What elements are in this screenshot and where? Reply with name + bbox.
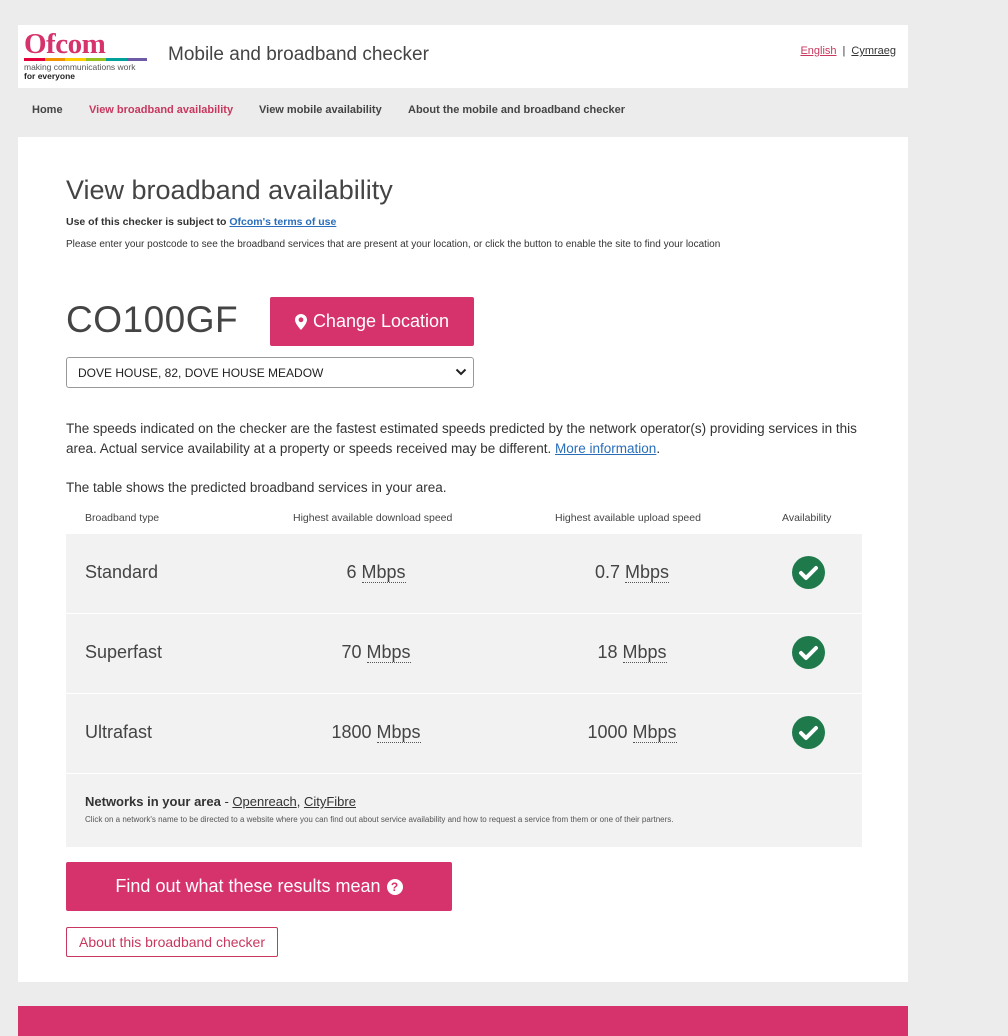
download-value: 1800 [331,722,372,742]
address-select[interactable]: DOVE HOUSE, 82, DOVE HOUSE MEADOW [66,357,474,388]
map-marker-icon [294,313,307,330]
ofcom-logo[interactable]: Ofcom making communications work for eve… [24,28,150,83]
logo-stripe [24,58,147,61]
logo-stripe-segment [65,58,86,61]
main-nav: Home View broadband availability View mo… [18,100,908,122]
upload-value: 1000 [587,722,628,742]
nav-item-broadband[interactable]: View broadband availability [89,104,233,116]
results-meaning-button[interactable]: Find out what these results mean ? [66,862,452,911]
networks-link-separator: , [296,794,304,809]
page-title: View broadband availability [66,175,393,205]
col-header-upload: Highest available upload speed [555,512,701,524]
networks-line: Networks in your area - Openreach, CityF… [85,794,356,809]
nav-item-home[interactable]: Home [32,104,63,116]
row-upload: 1000 Mbps [552,722,712,743]
row-type: Superfast [85,642,163,662]
more-information-link[interactable]: More information [555,441,656,456]
download-value: 6 [346,562,357,582]
unit-abbr: Mbps [361,562,406,583]
logo-stripe-segment [44,58,65,61]
postcode-display: CO100GF [66,299,239,340]
terms-notice: Use of this checker is subject to Ofcom'… [66,216,336,228]
speeds-disclaimer: The speeds indicated on the checker are … [66,419,866,459]
unit-abbr: Mbps [366,642,411,663]
table-header: Broadband type Highest available downloa… [66,512,862,530]
unit-abbr: Mbps [376,722,421,743]
chevron-down-icon [455,368,467,376]
check-circle-icon [792,716,825,749]
row-download: 6 Mbps [296,562,456,583]
lang-english-link[interactable]: English [800,45,836,57]
row-upload: 18 Mbps [552,642,712,663]
site-footer [18,1006,908,1036]
change-location-button[interactable]: Change Location [270,297,474,346]
table-row: Superfast 70 Mbps 18 Mbps [66,614,862,694]
unit-abbr: Mbps [622,642,667,663]
lang-welsh-link[interactable]: Cymraeg [851,45,896,57]
networks-separator: - [220,794,233,809]
upload-value: 18 [597,642,618,662]
speeds-note-text: The speeds indicated on the checker are … [66,421,857,456]
question-circle-icon: ? [386,878,403,895]
table-row: Ultrafast 1800 Mbps 1000 Mbps [66,694,862,774]
change-location-label: Change Location [312,311,450,331]
check-circle-icon [792,636,825,669]
unit-abbr: Mbps [632,722,677,743]
networks-note: Click on a network's name to be directed… [85,815,674,824]
nav-item-about[interactable]: About the mobile and broadband checker [408,104,625,116]
terms-link[interactable]: Ofcom's terms of use [229,216,336,228]
site-header: Ofcom making communications work for eve… [18,25,908,88]
network-link-cityfibre[interactable]: CityFibre [304,794,356,809]
network-link-openreach[interactable]: Openreach [232,794,296,809]
col-header-download: Highest available download speed [293,512,453,524]
upload-value: 0.7 [594,562,620,582]
row-type: Ultrafast [85,722,153,742]
logo-tagline-2: for everyone [24,71,76,81]
logo-stripe-segment [106,58,127,61]
table-row: Standard 6 Mbps 0.7 Mbps [66,534,862,614]
col-header-availability: Availability [782,512,832,524]
about-checker-button[interactable]: About this broadband checker [66,927,278,957]
row-download: 70 Mbps [296,642,456,663]
logo-wordmark: Ofcom [24,28,106,60]
logo-stripe-segment [126,58,147,61]
networks-label: Networks in your area [85,794,221,809]
address-selected-value: DOVE HOUSE, 82, DOVE HOUSE MEADOW [78,365,324,380]
terms-prefix: Use of this checker is subject to [66,216,230,228]
lang-separator: | [842,45,846,57]
language-switcher: English | Cymraeg [800,45,896,57]
download-value: 70 [341,642,362,662]
row-upload: 0.7 Mbps [552,562,712,583]
logo-stripe-segment [24,58,45,61]
row-type: Standard [85,562,159,582]
nav-item-mobile[interactable]: View mobile availability [259,104,382,116]
networks-box: Networks in your area - Openreach, CityF… [66,774,862,847]
unit-abbr: Mbps [625,562,670,583]
main-panel: View broadband availability Use of this … [18,137,908,982]
results-meaning-label: Find out what these results mean [115,876,381,896]
speeds-note-end: . [656,441,661,456]
col-header-type: Broadband type [85,512,160,524]
check-circle-icon [792,556,825,589]
table-intro: The table shows the predicted broadband … [66,480,447,495]
row-download: 1800 Mbps [296,722,456,743]
instructions: Please enter your postcode to see the br… [66,239,721,250]
logo-stripe-segment [85,58,106,61]
app-title: Mobile and broadband checker [168,44,429,65]
